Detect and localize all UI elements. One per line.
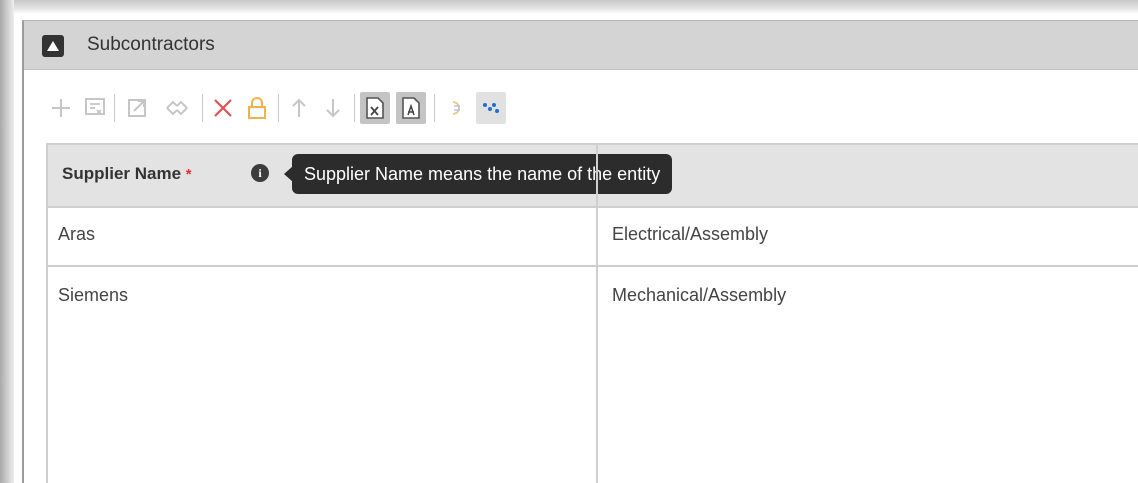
export-pdf-button[interactable] [396, 92, 426, 124]
restore-icon [452, 101, 460, 115]
plus-icon [52, 99, 70, 117]
tooltip-text: Supplier Name means the name of the enti… [304, 164, 661, 184]
scatter-button[interactable] [476, 92, 506, 124]
toolbar-separator [114, 94, 115, 122]
export-excel-button[interactable] [360, 92, 390, 124]
collapse-button[interactable] [42, 35, 64, 57]
triangle-up-icon [47, 41, 59, 51]
open-button[interactable] [122, 92, 152, 124]
unlink-icon [166, 100, 188, 116]
delete-button[interactable] [208, 92, 238, 124]
arrow-down-icon [326, 99, 340, 118]
arrow-up-icon [292, 98, 306, 117]
column-header-label: Supplier Name [62, 164, 182, 183]
move-up-button[interactable] [284, 92, 314, 124]
subcontractors-panel: Subcontractors Supplier Name * i Supplie… [22, 20, 1138, 483]
excel-file-icon [366, 97, 384, 119]
external-open-icon [128, 99, 146, 117]
toolbar-separator [354, 94, 355, 122]
table-row[interactable]: Aras Electrical/Assembly [48, 206, 1138, 267]
pdf-file-icon [402, 97, 420, 119]
grid-header: Supplier Name * i Supplier Name means th… [48, 145, 1138, 208]
table-row[interactable]: Siemens Mechanical/Assembly [48, 267, 1138, 483]
window-shadow-top [0, 0, 1138, 14]
move-down-button[interactable] [318, 92, 348, 124]
restore-button[interactable] [442, 92, 472, 124]
window-shadow-left [0, 0, 14, 483]
category-cell[interactable]: Mechanical/Assembly [612, 285, 786, 306]
supplier-name-cell[interactable]: Aras [58, 224, 95, 245]
unlink-button[interactable] [158, 92, 196, 124]
column-header-supplier-name[interactable]: Supplier Name * [62, 164, 192, 184]
lock-icon [248, 97, 266, 119]
supplier-name-cell[interactable]: Siemens [58, 285, 128, 306]
panel-header[interactable]: Subcontractors [24, 21, 1138, 70]
lock-button[interactable] [242, 92, 272, 124]
add-button[interactable] [46, 92, 76, 124]
toolbar [46, 89, 746, 127]
tooltip-arrow [284, 166, 293, 182]
info-icon[interactable]: i [251, 164, 269, 182]
select-list-icon [85, 98, 105, 115]
required-marker: * [185, 166, 192, 183]
category-cell[interactable]: Electrical/Assembly [612, 224, 768, 245]
panel-title: Subcontractors [87, 34, 215, 55]
toolbar-separator [202, 94, 203, 122]
column-divider[interactable] [596, 145, 598, 483]
x-icon [214, 99, 232, 117]
select-button[interactable] [80, 92, 110, 124]
tooltip: Supplier Name means the name of the enti… [284, 154, 673, 194]
scatter-dots-icon [483, 103, 499, 113]
subcontractors-grid: Supplier Name * i Supplier Name means th… [46, 143, 1138, 483]
toolbar-separator [278, 94, 279, 122]
toolbar-separator [434, 94, 435, 122]
